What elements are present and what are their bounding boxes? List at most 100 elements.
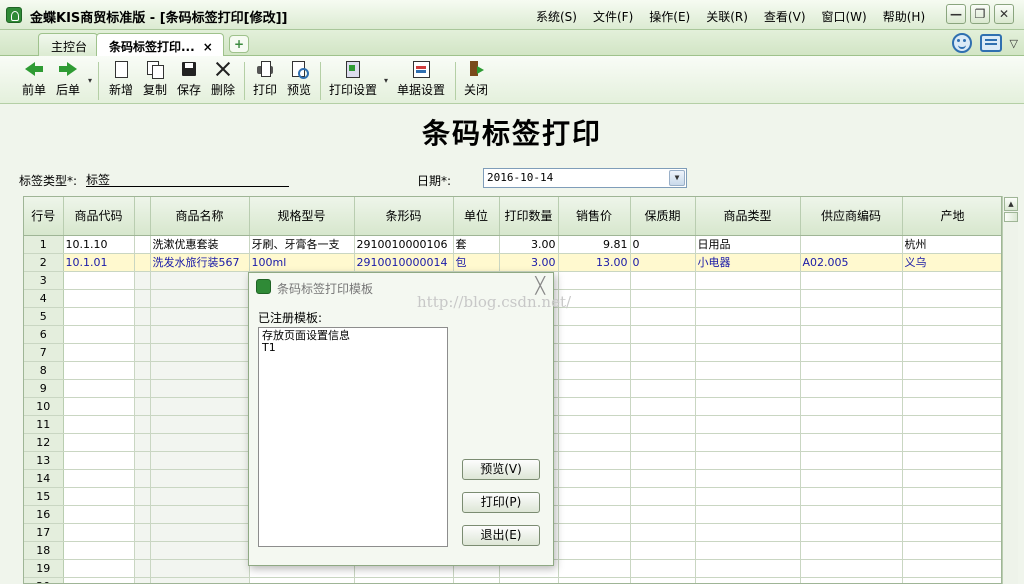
grid-cell[interactable] — [134, 361, 151, 380]
grid-cell[interactable] — [800, 361, 903, 380]
menu-file[interactable]: 文件(F) — [585, 8, 641, 25]
date-dropdown-icon[interactable]: ▼ — [669, 170, 685, 186]
grid-cell[interactable] — [63, 577, 135, 583]
menu-operate[interactable]: 操作(E) — [641, 8, 698, 25]
grid-cell[interactable] — [63, 559, 135, 578]
grid-cell[interactable] — [695, 487, 801, 506]
grid-cell[interactable] — [902, 523, 1001, 542]
prev-button[interactable]: 前单 — [18, 60, 50, 102]
cell-code[interactable]: 10.1.10 — [63, 235, 135, 254]
grid-cell[interactable] — [630, 289, 696, 308]
grid-cell[interactable] — [800, 433, 903, 452]
cell-name[interactable]: 洗发水旅行装567 — [150, 253, 250, 272]
grid-cell[interactable] — [453, 577, 500, 583]
grid-cell[interactable] — [150, 397, 250, 416]
menu-system[interactable]: 系统(S) — [528, 8, 585, 25]
grid-cell[interactable] — [150, 505, 250, 524]
grid-cell[interactable] — [134, 379, 151, 398]
tab-close-icon[interactable]: × — [203, 40, 213, 54]
grid-cell[interactable] — [134, 307, 151, 326]
print-setup-button[interactable]: 打印设置 — [326, 60, 380, 102]
grid-cell[interactable] — [902, 451, 1001, 470]
grid-cell[interactable] — [800, 325, 903, 344]
grid-cell[interactable] — [134, 469, 151, 488]
grid-cell[interactable] — [63, 361, 135, 380]
grid-cell[interactable] — [150, 379, 250, 398]
grid-cell[interactable] — [800, 289, 903, 308]
col-header-unit[interactable]: 单位 — [453, 197, 500, 236]
grid-cell[interactable] — [150, 487, 250, 506]
grid-cell[interactable] — [150, 415, 250, 434]
grid-cell[interactable] — [902, 361, 1001, 380]
grid-cell[interactable] — [695, 577, 801, 583]
cell-shelf[interactable]: 0 — [630, 253, 696, 272]
grid-cell[interactable] — [150, 559, 250, 578]
grid-cell[interactable] — [134, 559, 151, 578]
grid-cell[interactable] — [134, 433, 151, 452]
grid-cell[interactable] — [63, 523, 135, 542]
grid-cell[interactable] — [630, 469, 696, 488]
grid-cell[interactable] — [558, 469, 631, 488]
preview-button[interactable]: 预览 — [283, 60, 315, 102]
cell-barcode[interactable]: 2910010000106 — [354, 235, 454, 254]
cell-barcode[interactable]: 2910010000014 — [354, 253, 454, 272]
grid-cell[interactable] — [558, 487, 631, 506]
cell-unit[interactable]: 套 — [453, 235, 500, 254]
scroll-up-icon[interactable]: ▲ — [1004, 197, 1018, 211]
dialog-preview-button[interactable]: 预览(V) — [462, 459, 540, 480]
col-header-shelf[interactable]: 保质期 — [630, 197, 696, 236]
grid-cell[interactable] — [558, 397, 631, 416]
cell-code-lookup[interactable] — [134, 253, 151, 272]
grid-cell[interactable] — [695, 307, 801, 326]
grid-cell[interactable] — [902, 541, 1001, 560]
col-header-name[interactable]: 商品名称 — [150, 197, 250, 236]
grid-cell[interactable] — [800, 505, 903, 524]
new-button[interactable]: 新增 — [105, 60, 137, 102]
grid-cell[interactable] — [902, 343, 1001, 362]
grid-cell[interactable] — [800, 307, 903, 326]
close-page-button[interactable]: 关闭 — [460, 60, 492, 102]
cell-price[interactable]: 9.81 — [558, 235, 631, 254]
grid-cell[interactable] — [695, 505, 801, 524]
grid-cell[interactable] — [800, 343, 903, 362]
grid-cell[interactable] — [558, 415, 631, 434]
next-dropdown-icon[interactable]: ▾ — [88, 76, 92, 85]
grid-cell[interactable] — [134, 325, 151, 344]
grid-cell[interactable] — [558, 325, 631, 344]
cell-type[interactable]: 日用品 — [695, 235, 801, 254]
grid-cell[interactable] — [63, 379, 135, 398]
grid-cell[interactable] — [695, 325, 801, 344]
grid-cell[interactable] — [63, 505, 135, 524]
col-header-barcode[interactable]: 条形码 — [354, 197, 454, 236]
grid-cell[interactable] — [902, 505, 1001, 524]
cell-qty[interactable]: 3.00 — [499, 253, 559, 272]
grid-cell[interactable] — [63, 397, 135, 416]
cell-supplier[interactable]: A02.005 — [800, 253, 903, 272]
grid-cell[interactable] — [630, 523, 696, 542]
grid-cell[interactable] — [630, 577, 696, 583]
grid-cell[interactable] — [134, 523, 151, 542]
table-row-empty[interactable]: 20 — [24, 577, 1001, 583]
grid-cell[interactable] — [630, 451, 696, 470]
grid-cell[interactable] — [902, 469, 1001, 488]
grid-cell[interactable] — [800, 541, 903, 560]
list-item[interactable]: T1 — [262, 342, 444, 354]
message-icon[interactable] — [979, 34, 1002, 52]
templates-list[interactable]: 存放页面设置信息 T1 — [258, 327, 448, 547]
date-field[interactable]: 2016-10-14 ▼ — [483, 168, 687, 188]
grid-cell[interactable] — [902, 577, 1001, 583]
cell-spec[interactable]: 100ml — [249, 253, 355, 272]
grid-cell[interactable] — [800, 451, 903, 470]
grid-cell[interactable] — [695, 361, 801, 380]
grid-cell[interactable] — [630, 361, 696, 380]
grid-cell[interactable] — [558, 505, 631, 524]
restore-button[interactable]: ❐ — [970, 4, 990, 24]
grid-cell[interactable] — [150, 271, 250, 290]
grid-cell[interactable] — [558, 379, 631, 398]
col-header-spec[interactable]: 规格型号 — [249, 197, 355, 236]
grid-cell[interactable] — [630, 487, 696, 506]
grid-cell[interactable] — [902, 397, 1001, 416]
grid-cell[interactable] — [695, 433, 801, 452]
grid-cell[interactable] — [630, 541, 696, 560]
grid-cell[interactable] — [150, 469, 250, 488]
